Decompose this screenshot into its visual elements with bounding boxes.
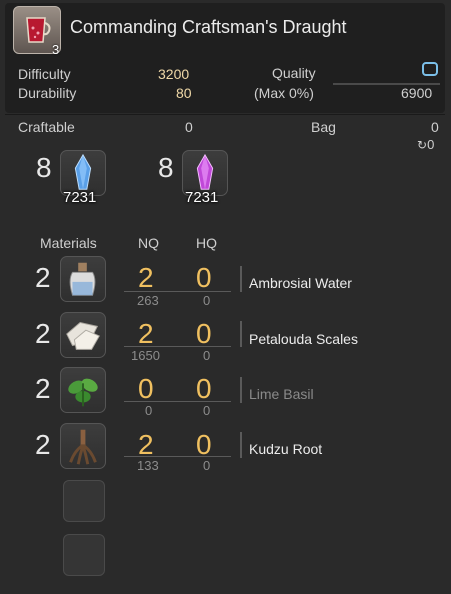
column-divider xyxy=(240,432,242,458)
material-nq-have: 133 xyxy=(137,458,159,473)
material-hq-have: 0 xyxy=(203,403,211,418)
material-slot-lime-basil[interactable] xyxy=(60,367,106,413)
column-divider xyxy=(240,266,242,292)
hq-quality-icon xyxy=(422,62,438,76)
row-divider xyxy=(124,291,231,292)
material-slot-petalouda-scales[interactable] xyxy=(60,312,106,358)
row-divider xyxy=(124,401,231,402)
nq-column-header: NQ xyxy=(138,235,159,251)
material-slot-kudzu-root[interactable] xyxy=(60,423,106,469)
material-nq-have: 1650 xyxy=(131,348,160,363)
basil-leaf-icon xyxy=(68,378,98,407)
material-hq-selected[interactable]: 0 xyxy=(196,320,212,348)
crystal-owned-2: 7231 xyxy=(185,189,219,206)
material-hq-have: 0 xyxy=(203,458,211,473)
row-divider xyxy=(124,346,231,347)
material-required: 2 xyxy=(35,318,51,349)
craftable-value: 0 xyxy=(185,119,193,135)
bag-value: 0 xyxy=(431,119,439,135)
quality-value: 6900 xyxy=(401,85,433,101)
material-hq-have: 0 xyxy=(203,348,211,363)
material-nq-selected[interactable]: 2 xyxy=(138,320,154,348)
crystal-required-1: 8 xyxy=(36,152,52,183)
material-required: 2 xyxy=(35,262,51,293)
materials-column-header: Materials xyxy=(40,235,97,251)
material-required: 2 xyxy=(35,373,51,404)
row-divider xyxy=(124,456,231,457)
root-icon xyxy=(69,429,97,465)
empty-material-slot[interactable] xyxy=(63,534,105,576)
material-nq-selected[interactable]: 2 xyxy=(138,431,154,459)
quality-label: Quality xyxy=(272,65,316,81)
water-bottle-icon xyxy=(69,262,96,296)
material-slot-ambrosial-water[interactable] xyxy=(60,256,106,302)
material-nq-have: 0 xyxy=(145,403,153,418)
material-nq-selected[interactable]: 0 xyxy=(138,375,154,403)
item-title: Commanding Craftsman's Draught xyxy=(70,17,347,37)
difficulty-value: 3200 xyxy=(158,66,190,82)
hq-icon: ↻ xyxy=(417,138,428,152)
hq-column-header: HQ xyxy=(196,235,217,251)
material-hq-selected[interactable]: 0 xyxy=(196,375,212,403)
material-nq-have: 263 xyxy=(137,293,159,308)
material-hq-selected[interactable]: 0 xyxy=(196,431,212,459)
column-divider xyxy=(240,321,242,347)
divider xyxy=(5,114,445,115)
material-hq-have: 0 xyxy=(203,293,211,308)
material-nq-selected[interactable]: 2 xyxy=(138,264,154,292)
material-name-ambrosial-water: Ambrosial Water xyxy=(249,275,352,291)
material-hq-selected[interactable]: 0 xyxy=(196,264,212,292)
item-yield-count: 3 xyxy=(52,42,60,57)
scales-icon xyxy=(66,322,100,350)
craftable-label: Craftable xyxy=(18,119,75,135)
quality-max-label: (Max 0%) xyxy=(254,85,314,101)
durability-label: Durability xyxy=(18,85,77,101)
empty-material-slot[interactable] xyxy=(63,480,105,522)
material-name-petalouda-scales: Petalouda Scales xyxy=(249,331,358,347)
material-name-kudzu-root: Kudzu Root xyxy=(249,441,323,457)
difficulty-label: Difficulty xyxy=(18,66,71,82)
crystal-required-2: 8 xyxy=(158,152,174,183)
hq-bag-count: ↻0 xyxy=(417,137,435,152)
crystal-owned-1: 7231 xyxy=(63,189,97,206)
material-required: 2 xyxy=(35,429,51,460)
draught-cup-icon xyxy=(26,17,51,43)
bag-label: Bag xyxy=(311,119,336,135)
column-divider xyxy=(240,377,242,403)
durability-value: 80 xyxy=(176,85,192,101)
material-name-lime-basil: Lime Basil xyxy=(249,386,314,402)
